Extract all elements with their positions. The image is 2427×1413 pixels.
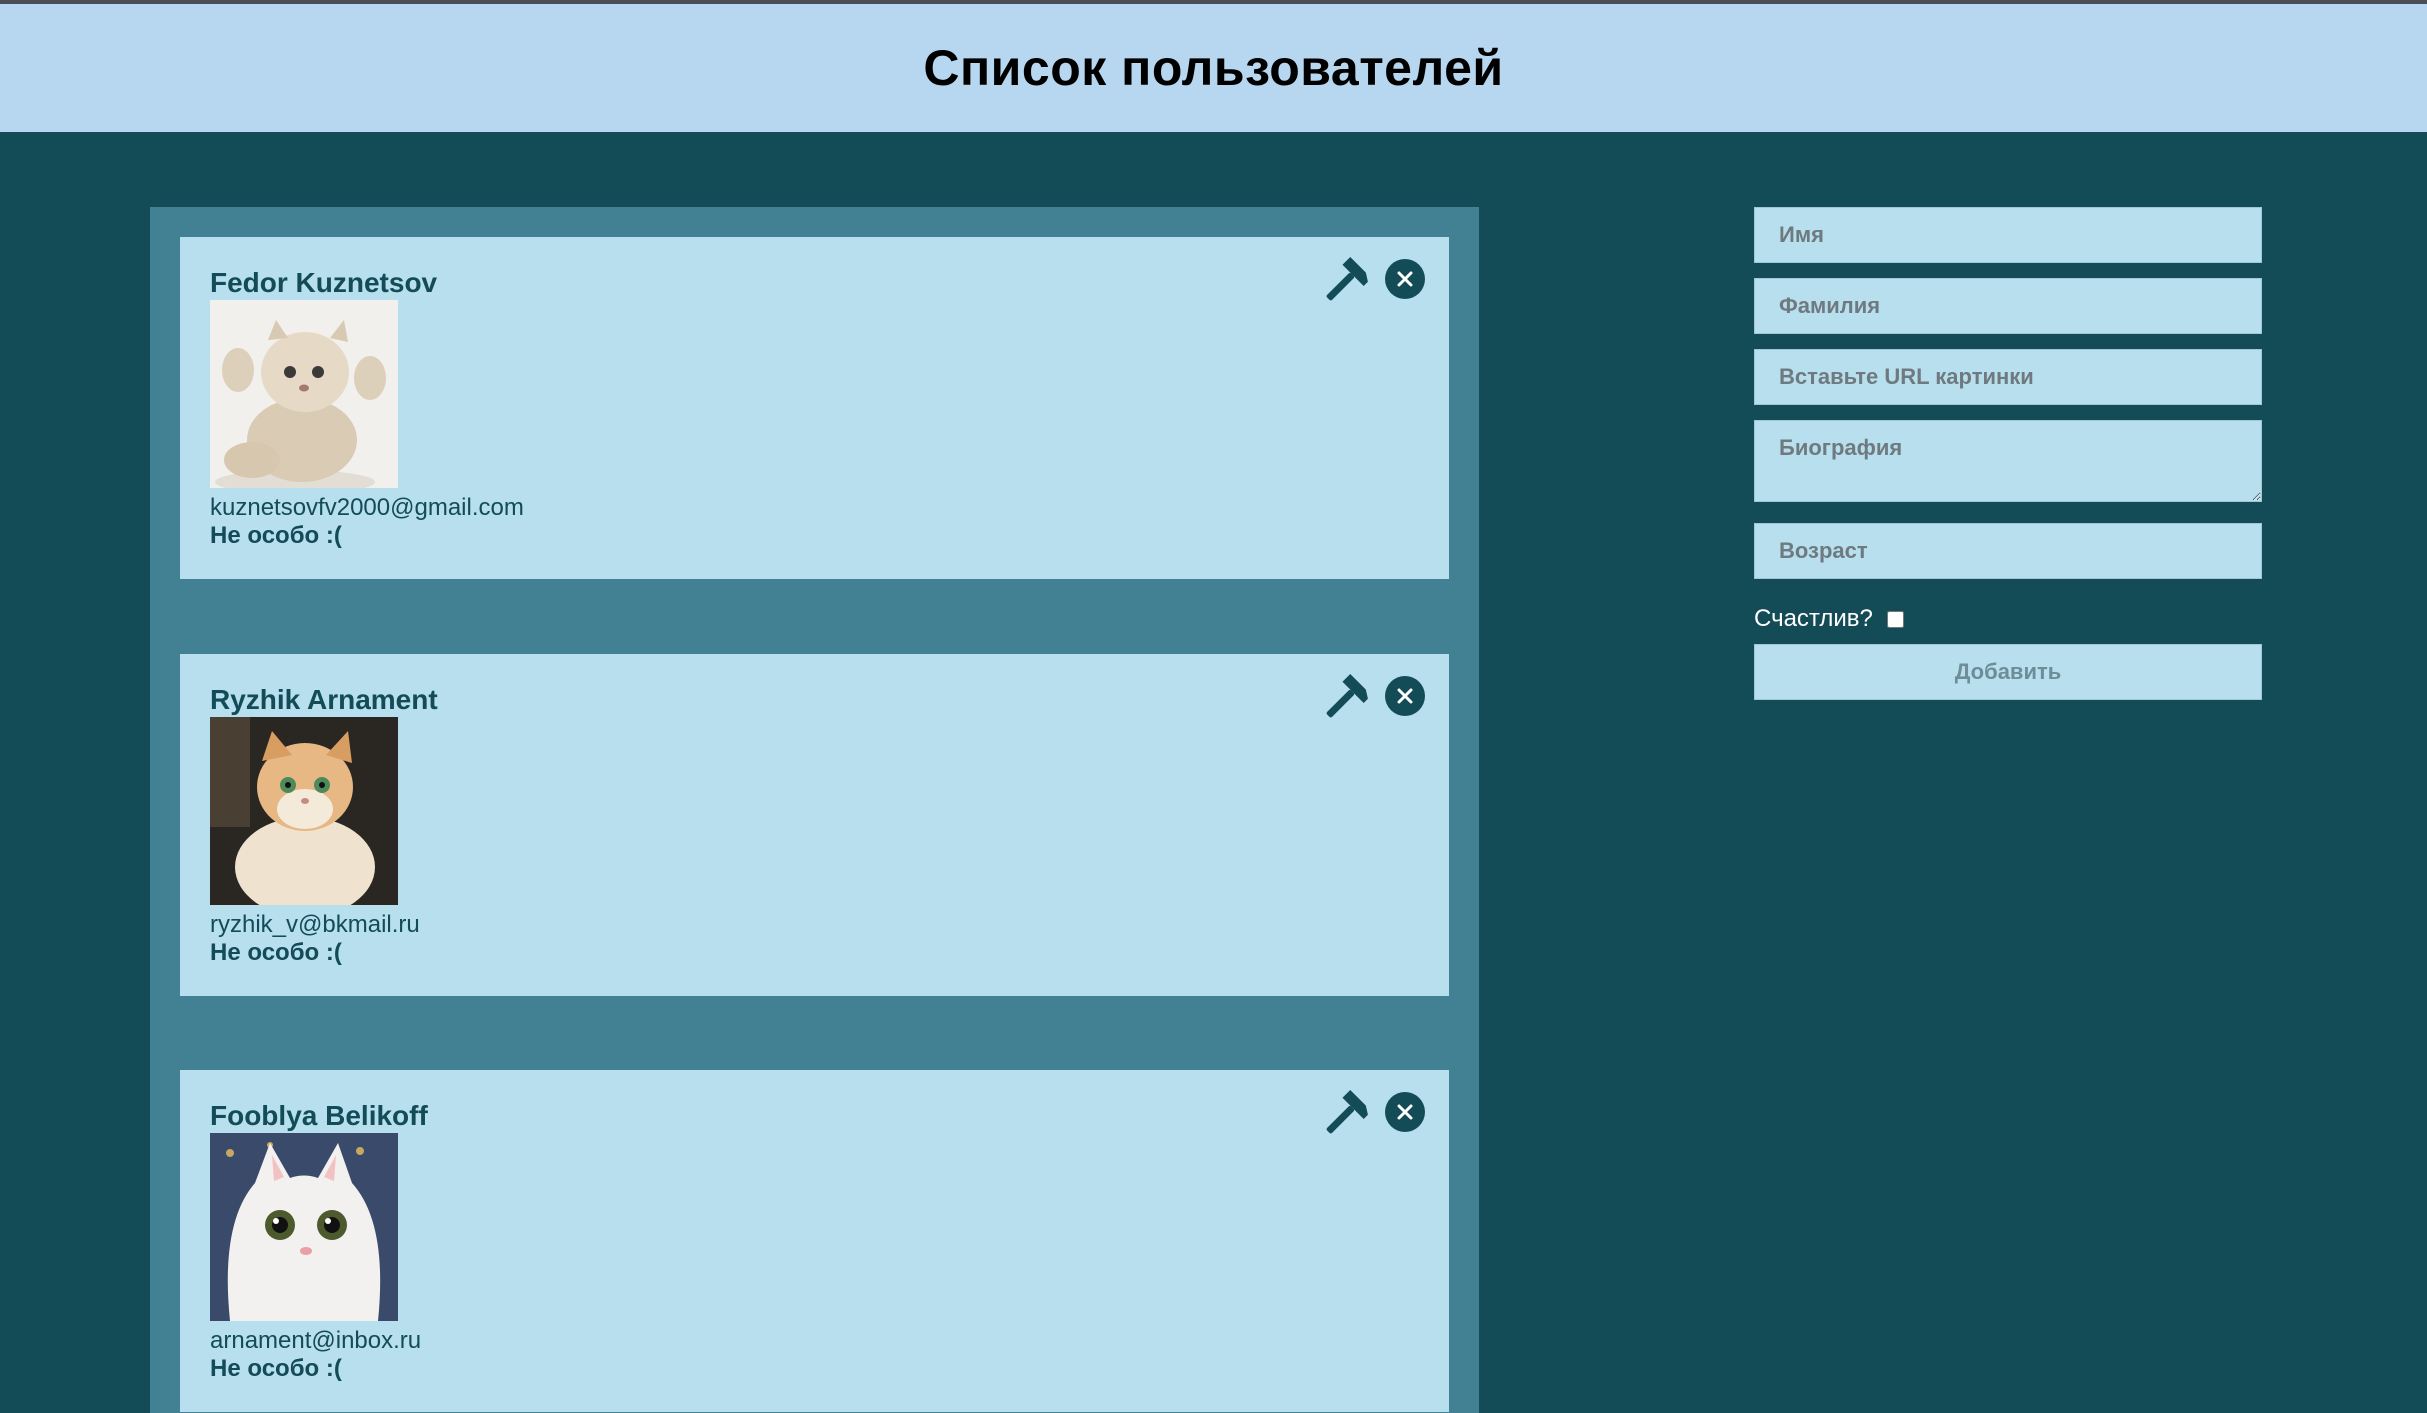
add-button[interactable]: Добавить — [1754, 644, 2262, 700]
user-name: Fooblya Belikoff — [210, 1100, 428, 1131]
edit-button[interactable] — [1320, 1088, 1372, 1140]
last-name-input[interactable] — [1754, 278, 2262, 334]
bio-textarea[interactable] — [1754, 420, 2262, 502]
hammer-icon — [1326, 256, 1368, 301]
image-url-input[interactable] — [1754, 349, 2262, 405]
user-name: Fedor Kuznetsov — [210, 267, 438, 298]
page-header: Список пользователей — [0, 4, 2427, 132]
user-happy-status: Не особо :( — [210, 522, 342, 549]
hammer-icon — [1326, 673, 1368, 718]
hammer-icon — [1326, 1089, 1368, 1134]
user-photo — [210, 1133, 398, 1321]
user-card: Ryzhik Arnament ryzhik_v@bkmail.ru Не ос… — [180, 654, 1449, 996]
delete-button[interactable] — [1385, 1092, 1425, 1132]
delete-button[interactable] — [1385, 259, 1425, 299]
user-list: Fedor Kuznetsov kuznetsovfv2000@gmail.co… — [150, 207, 1479, 1413]
user-card: Fedor Kuznetsov kuznetsovfv2000@gmail.co… — [180, 237, 1449, 579]
user-name: Ryzhik Arnament — [210, 684, 438, 715]
user-happy-status: Не особо :( — [210, 1355, 342, 1382]
edit-button[interactable] — [1320, 672, 1372, 724]
user-happy-status: Не особо :( — [210, 939, 342, 966]
page-title: Список пользователей — [923, 40, 1504, 96]
happy-checkbox[interactable] — [1886, 610, 1904, 628]
user-photo — [210, 717, 398, 905]
close-circle-icon — [1385, 259, 1425, 299]
first-name-input[interactable] — [1754, 207, 2262, 263]
edit-button[interactable] — [1320, 255, 1372, 307]
happy-row: Счастлив? — [1754, 605, 1904, 633]
user-email: arnament@inbox.ru — [210, 1327, 422, 1354]
delete-button[interactable] — [1385, 676, 1425, 716]
age-input[interactable] — [1754, 523, 2262, 579]
happy-label: Счастлив? — [1754, 605, 1873, 632]
close-circle-icon — [1385, 1092, 1425, 1132]
user-photo — [210, 300, 398, 488]
user-card: Fooblya Belikoff arnament@inbox.ru Не ос… — [180, 1070, 1449, 1412]
user-email: kuznetsovfv2000@gmail.com — [210, 494, 524, 521]
user-email: ryzhik_v@bkmail.ru — [210, 911, 420, 938]
close-circle-icon — [1385, 676, 1425, 716]
